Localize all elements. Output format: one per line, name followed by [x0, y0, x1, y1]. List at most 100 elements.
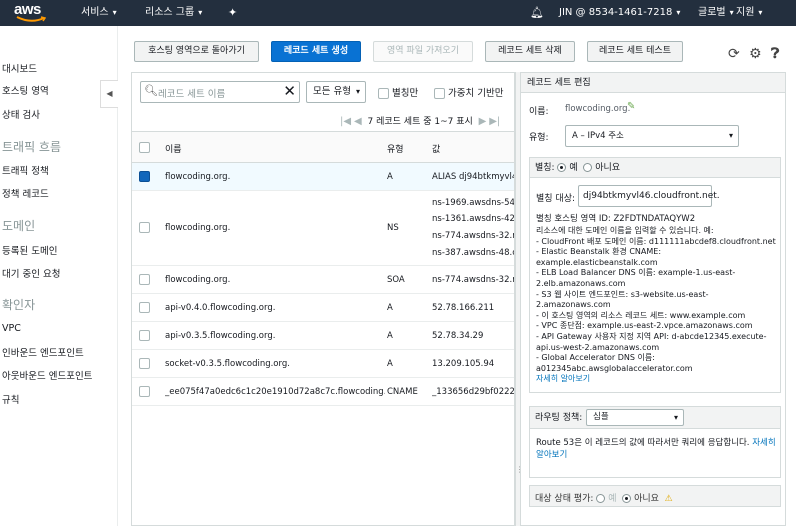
pin-icon[interactable]: ✦	[228, 0, 237, 26]
search-input[interactable]: 🔍︎ 레코드 세트 이름 ✕	[140, 81, 300, 103]
panel-title: 레코드 세트 편집	[521, 73, 785, 93]
account-menu[interactable]: JIN @ 8534-1461-7218 ▾	[559, 0, 680, 26]
record-type: A	[387, 303, 393, 313]
region-menu[interactable]: 글로벌 ▾	[698, 0, 734, 26]
record-type: CNAME	[387, 387, 418, 397]
table-row[interactable]: api-v0.3.5.flowcoding.org. A 52.78.34.29	[132, 322, 514, 350]
record-type-select[interactable]: 모든 유형 ▾	[306, 81, 366, 103]
chevron-down-icon: ▾	[729, 8, 734, 17]
routing-policy-section: 라우팅 정책: 심플 ▾ Route 53은 이 레코드의 값에 따라서만 쿼리…	[529, 406, 781, 478]
record-value: 52.78.166.211	[432, 303, 495, 313]
sidebar-item-vpc[interactable]: VPC	[2, 323, 21, 334]
sidebar-item-inbound-endpoints[interactable]: 인바운드 엔드포인트	[2, 345, 84, 359]
weighted-only-checkbox[interactable]: 가중치 기반만	[434, 85, 504, 99]
sidebar-item-health-checks[interactable]: 상태 검사	[2, 107, 40, 121]
test-record-set-button[interactable]: 레코드 세트 테스트	[587, 41, 683, 62]
resource-groups-menu[interactable]: 리소스 그룹 ▾	[145, 0, 202, 26]
record-value: ns-1361.awsdns-42.or	[432, 214, 514, 224]
routing-policy-dropdown[interactable]: 심플 ▾	[586, 409, 684, 426]
row-checkbox[interactable]	[139, 222, 150, 233]
record-name-value: flowcoding.org.	[565, 104, 631, 114]
record-value: ALIAS dj94btkmyvl46.c	[432, 172, 514, 182]
last-page-icon[interactable]: ▶|	[489, 116, 500, 127]
column-header-name[interactable]: 이름	[165, 142, 182, 155]
chevron-down-icon: ▾	[112, 8, 117, 17]
learn-more-link[interactable]: 자세히 알아보기	[536, 374, 780, 385]
row-checkbox[interactable]	[139, 274, 150, 285]
table-row[interactable]: flowcoding.org. NS ns-1969.awsdns-54.co …	[132, 191, 514, 266]
table-row[interactable]: socket-v0.3.5.flowcoding.org. A 13.209.1…	[132, 350, 514, 378]
aws-logo[interactable]: aws	[14, 1, 50, 23]
alias-header: 별칭: 예 아니요	[530, 158, 780, 178]
sidebar-item-policy-records[interactable]: 정책 레코드	[2, 186, 49, 200]
checkbox[interactable]	[434, 88, 445, 99]
warning-icon: ⚠	[664, 494, 673, 504]
table-row[interactable]: api-v0.4.0.flowcoding.org. A 52.78.166.2…	[132, 294, 514, 322]
sidebar-item-rules[interactable]: 규칙	[2, 392, 19, 406]
alias-target-input[interactable]: dj94btkmyvl46.cloudfront.net.	[578, 185, 720, 207]
row-checkbox[interactable]	[139, 171, 150, 182]
column-header-value[interactable]: 값	[432, 142, 440, 155]
record-name: flowcoding.org.	[165, 223, 231, 233]
record-set-list: 🔍︎ 레코드 세트 이름 ✕ 모든 유형 ▾ 별칭만 가중치 기반만 |◀ ◀ …	[131, 72, 515, 526]
record-value: 52.78.34.29	[432, 331, 484, 341]
health-yes-radio[interactable]	[596, 494, 606, 503]
sidebar-item-hosted-zones[interactable]: 호스팅 영역	[2, 83, 49, 97]
row-checkbox[interactable]	[139, 386, 150, 397]
table-row[interactable]: flowcoding.org. SOA ns-774.awsdns-32.net	[132, 266, 514, 294]
pencil-icon[interactable]: ✎	[627, 101, 635, 112]
evaluate-target-health-section: 대상 상태 평가: 예 아니요 ⚠	[529, 485, 781, 507]
alias-no-radio[interactable]	[583, 163, 593, 172]
record-type: A	[387, 172, 393, 182]
back-to-hosted-zones-button[interactable]: 호스팅 영역으로 돌아가기	[134, 41, 259, 62]
sidebar-item-traffic-policies[interactable]: 트래픽 정책	[2, 163, 49, 177]
sidebar: 대시보드 호스팅 영역 상태 검사 트래픽 흐름 트래픽 정책 정책 레코드 도…	[0, 26, 118, 526]
health-no-radio[interactable]	[622, 494, 632, 503]
select-all-checkbox[interactable]	[139, 142, 150, 153]
alias-help-text: 리소스에 대한 도메인 이름을 입력할 수 있습니다. 예: - CloudFr…	[536, 226, 780, 385]
sidebar-item-dashboard[interactable]: 대시보드	[2, 61, 37, 75]
table-row[interactable]: flowcoding.org. A ALIAS dj94btkmyvl46.c	[132, 163, 514, 191]
clear-search-icon[interactable]: ✕	[283, 82, 296, 100]
search-icon: 🔍︎	[144, 84, 158, 97]
row-checkbox[interactable]	[139, 330, 150, 341]
sidebar-item-registered-domains[interactable]: 등록된 도메인	[2, 243, 57, 257]
alias-hosted-zone-id: 별칭 호스팅 영역 ID: Z2FDTNDATAQYW2	[536, 214, 696, 224]
record-value: ns-1969.awsdns-54.co	[432, 198, 514, 208]
table-row[interactable]: _ee075f47a0edc6c1c20e1910d72a8c7c.flowco…	[132, 378, 514, 406]
chevron-down-icon: ▾	[355, 87, 360, 96]
import-zone-file-button[interactable]: 영역 파일 가져오기	[373, 41, 473, 62]
edit-record-set-panel: 레코드 세트 편집 이름: flowcoding.org. ✎ 유형: A – …	[520, 72, 786, 526]
help-icon[interactable]: ❓︎	[771, 46, 779, 62]
row-checkbox[interactable]	[139, 358, 150, 369]
sidebar-heading-domains: 도메인	[2, 219, 36, 233]
checkbox[interactable]	[378, 88, 389, 99]
record-type: SOA	[387, 275, 405, 285]
row-checkbox[interactable]	[139, 302, 150, 313]
column-header-type[interactable]: 유형	[387, 142, 404, 155]
gear-icon[interactable]: ⚙	[749, 46, 762, 62]
record-value: ns-774.awsdns-32.net	[432, 275, 514, 285]
delete-record-set-button[interactable]: 레코드 세트 삭제	[485, 41, 575, 62]
chevron-down-icon: ▾	[198, 8, 203, 17]
next-page-icon[interactable]: ▶	[479, 116, 487, 127]
refresh-icon[interactable]: ⟳	[728, 46, 740, 62]
top-navigation-bar: aws 서비스 ▾ 리소스 그룹 ▾ ✦ 🔔︎ JIN @ 8534-1461-72…	[0, 0, 796, 26]
prev-page-icon[interactable]: ◀	[354, 116, 362, 127]
bell-icon[interactable]: 🔔︎	[530, 0, 544, 26]
record-type-dropdown[interactable]: A – IPv4 주소 ▾	[565, 125, 739, 147]
sidebar-item-pending-requests[interactable]: 대기 중인 요청	[2, 266, 60, 280]
services-menu[interactable]: 서비스 ▾	[81, 0, 117, 26]
record-value: ns-387.awsdns-48.com	[432, 248, 514, 258]
collapse-sidebar-button[interactable]: ◀	[100, 80, 118, 108]
alias-yes-radio[interactable]	[557, 163, 567, 172]
first-page-icon[interactable]: |◀	[340, 116, 351, 127]
chevron-down-icon: ▾	[673, 413, 678, 422]
create-record-set-button[interactable]: 레코드 세트 생성	[271, 41, 361, 62]
support-menu[interactable]: 지원 ▾	[736, 0, 762, 26]
record-name: socket-v0.3.5.flowcoding.org.	[165, 359, 290, 369]
record-name: _ee075f47a0edc6c1c20e1910d72a8c7c.flowco…	[165, 387, 385, 397]
sidebar-item-outbound-endpoints[interactable]: 아웃바운드 엔드포인트	[2, 368, 92, 382]
alias-only-checkbox[interactable]: 별칭만	[378, 85, 418, 99]
record-name: api-v0.4.0.flowcoding.org.	[165, 303, 276, 313]
